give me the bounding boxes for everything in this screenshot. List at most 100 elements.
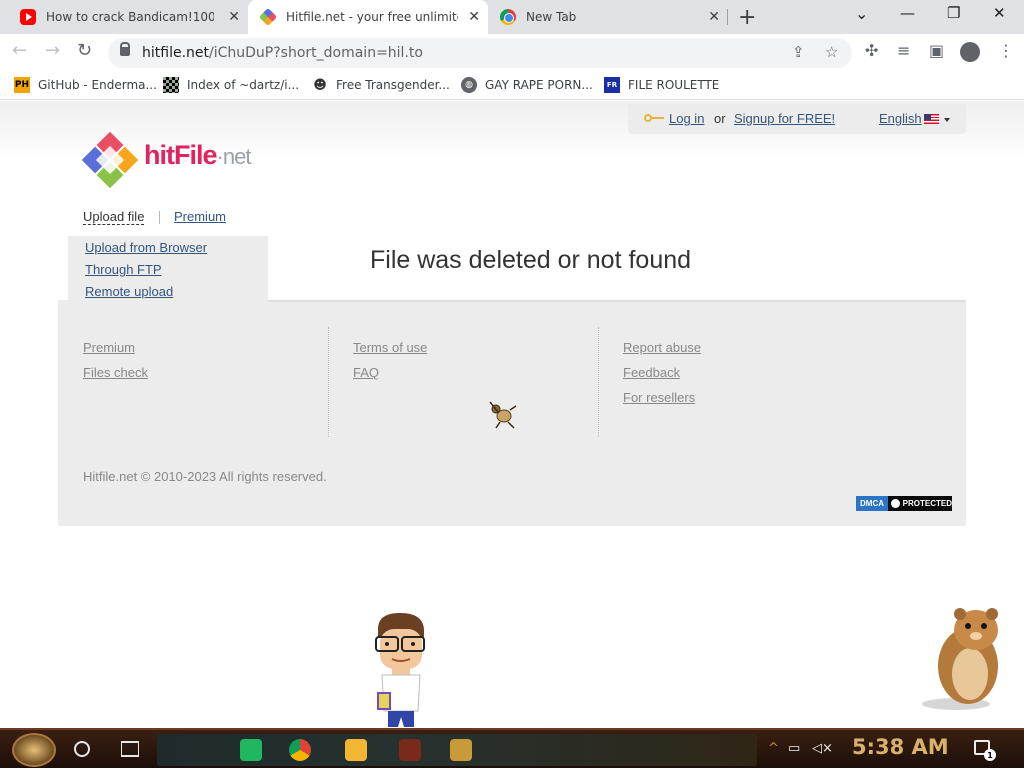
cursor-bug-icon <box>489 401 517 429</box>
url-path: /iChuDuP?short_domain=hil.to <box>209 45 423 61</box>
close-tab-icon[interactable]: ✕ <box>708 9 720 25</box>
task-view-icon[interactable] <box>121 741 139 757</box>
submenu-remote-upload[interactable]: Remote upload <box>85 284 173 299</box>
desktop-mascot-hamster <box>922 608 998 710</box>
pixel-icon <box>163 77 179 93</box>
game-icon[interactable] <box>450 739 472 761</box>
tab-search-icon[interactable]: ⌄ <box>855 4 868 23</box>
chat-app-icon[interactable] <box>240 739 262 761</box>
auth-bar: Log in or Signup for FREE! English <box>628 104 966 134</box>
browser-toolbar: ← → ↻ hitfile.net/iChuDuP?short_domain=h… <box>0 34 1024 72</box>
media-control-icon[interactable]: ≡ <box>897 41 910 60</box>
forward-button[interactable]: → <box>45 40 60 61</box>
footer-faq-link[interactable]: FAQ <box>353 365 379 380</box>
signup-link[interactable]: Signup for FREE! <box>734 111 835 126</box>
globe-icon: ◍ <box>461 77 477 93</box>
bookmarks-bar: PH GitHub - Enderma... Index of ~dartz/i… <box>0 72 1024 100</box>
reload-button[interactable]: ↻ <box>77 40 92 61</box>
close-tab-icon[interactable]: ✕ <box>228 9 240 25</box>
close-window-button[interactable]: ✕ <box>993 4 1006 22</box>
menu-kebab-icon[interactable]: ⋮ <box>998 41 1014 60</box>
footer-feedback-link[interactable]: Feedback <box>623 365 680 380</box>
copyright-text: Hitfile.net © 2010-2023 All rights reser… <box>83 469 327 484</box>
file-explorer-icon[interactable] <box>345 739 367 761</box>
footer-files-check-link[interactable]: Files check <box>83 365 148 380</box>
bookmark-label: Index of ~dartz/i... <box>187 78 300 92</box>
hitfile-logo[interactable]: hitFile·net <box>80 128 260 190</box>
mask-icon: ☻ <box>313 77 327 93</box>
upload-submenu: Upload from Browser Through FTP Remote u… <box>68 236 268 302</box>
footer-resellers-link[interactable]: For resellers <box>623 390 695 405</box>
tray-overflow-icon[interactable]: ^ <box>768 741 779 756</box>
footer: Premium Files check Terms of use FAQ Rep… <box>58 300 966 526</box>
footer-column-3: Report abuse Feedback For resellers <box>598 327 868 439</box>
side-panel-icon[interactable]: ▣ <box>929 41 944 60</box>
taskbar-clock[interactable]: 5:38 AM <box>852 735 949 759</box>
tab-hitfile[interactable]: Hitfile.net - your free unlimite ✕ <box>248 0 488 34</box>
chrome-taskbar-icon[interactable] <box>289 739 311 761</box>
address-bar[interactable]: hitfile.net/iChuDuP?short_domain=hil.to … <box>108 38 852 68</box>
web-page: Log in or Signup for FREE! English hitFi… <box>0 101 1024 728</box>
search-icon[interactable] <box>74 741 90 757</box>
login-link[interactable]: Log in <box>669 111 704 126</box>
or-text: or <box>714 111 726 126</box>
logo-text-file: File <box>174 140 218 170</box>
logo-text-hit: hit <box>144 140 175 170</box>
bookmark-label: Free Transgender... <box>336 78 450 92</box>
taskbar-apps <box>157 734 757 766</box>
dmca-label: DMCA <box>856 496 888 511</box>
tab-title: New Tab <box>526 10 577 24</box>
restore-button[interactable]: ❐ <box>947 4 960 22</box>
extensions-icon[interactable]: ✣ <box>865 41 878 60</box>
caret-down-icon[interactable] <box>944 118 950 122</box>
share-icon[interactable]: ⇪ <box>792 43 805 61</box>
menu-divider <box>159 211 160 224</box>
youtube-icon <box>20 9 36 25</box>
us-flag-icon[interactable] <box>924 114 939 124</box>
footer-report-abuse-link[interactable]: Report abuse <box>623 340 701 355</box>
app-icon[interactable] <box>399 739 421 761</box>
close-tab-icon[interactable]: ✕ <box>468 9 480 25</box>
dmca-badge[interactable]: DMCA PROTECTED <box>856 496 952 511</box>
tab-bandicam[interactable]: How to crack Bandicam!100% [ ✕ <box>8 0 248 34</box>
bookmark-index[interactable]: Index of ~dartz/i... <box>163 77 299 93</box>
menu-premium[interactable]: Premium <box>174 209 226 224</box>
profile-avatar-icon[interactable] <box>960 42 980 62</box>
menu-upload-file[interactable]: Upload file <box>83 209 145 225</box>
logo-text-net: ·net <box>216 144 252 169</box>
tab-divider <box>727 9 728 25</box>
bookmark-transgender[interactable]: ☻ Free Transgender... <box>312 77 450 93</box>
footer-column-2: Terms of use FAQ <box>328 327 598 439</box>
network-icon[interactable]: ▭ <box>788 741 800 756</box>
submenu-upload-browser[interactable]: Upload from Browser <box>85 240 207 255</box>
new-tab-button[interactable]: + <box>738 5 756 30</box>
bookmark-star-icon[interactable]: ☆ <box>825 43 838 61</box>
file-roulette-icon: FR <box>604 77 620 93</box>
start-button[interactable] <box>12 733 56 767</box>
submenu-through-ftp[interactable]: Through FTP <box>85 262 162 277</box>
muted-volume-icon[interactable]: ◁× <box>812 741 833 756</box>
notification-count-badge: 1 <box>984 749 996 761</box>
tab-title: How to crack Bandicam!100% [ <box>46 10 214 24</box>
url-text[interactable]: hitfile.net/iChuDuP?short_domain=hil.to <box>142 45 423 61</box>
bookmark-file-roulette[interactable]: FR FILE ROULETTE <box>604 77 719 93</box>
lock-icon[interactable] <box>120 42 130 56</box>
tab-new-tab[interactable]: New Tab ✕ <box>488 0 728 34</box>
minimize-button[interactable]: — <box>900 4 915 22</box>
footer-column-1: Premium Files check <box>58 327 328 439</box>
bookmark-label: GitHub - Enderma... <box>38 78 157 92</box>
logo-wordmark: hitFile·net <box>144 140 252 171</box>
url-domain: hitfile.net <box>142 45 209 61</box>
hitfile-icon <box>258 7 278 27</box>
back-button[interactable]: ← <box>12 40 27 61</box>
footer-premium-link[interactable]: Premium <box>83 340 135 355</box>
bookmark-globe-link[interactable]: ◍ GAY RAPE PORN... <box>461 77 593 93</box>
key-icon <box>644 114 664 122</box>
language-selector[interactable]: English <box>879 111 922 126</box>
bookmark-github[interactable]: PH GitHub - Enderma... <box>14 77 157 93</box>
tab-title: Hitfile.net - your free unlimite <box>286 10 458 24</box>
footer-terms-link[interactable]: Terms of use <box>353 340 427 355</box>
bookmark-label: GAY RAPE PORN... <box>485 78 593 92</box>
footer-top-line <box>268 300 966 302</box>
chrome-icon <box>500 9 516 25</box>
